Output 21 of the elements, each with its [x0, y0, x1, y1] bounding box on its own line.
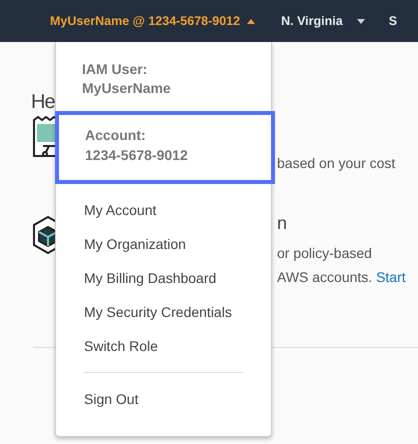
menu-item[interactable]: Switch Role — [55, 329, 272, 363]
feature-title: n — [277, 212, 288, 235]
account-label: Account: — [85, 126, 147, 145]
user-label: IAM User: — [82, 60, 148, 79]
feature-description: or policy-based — [277, 244, 373, 263]
start-link[interactable]: Start — [376, 269, 406, 285]
caret-icon — [356, 18, 365, 24]
menu-item[interactable]: My Security Credentials — [55, 295, 272, 329]
account-menu-button[interactable]: MyUserName @ 1234-5678-9012 — [50, 8, 256, 34]
sign-out-item[interactable]: Sign Out — [55, 382, 272, 416]
caret-icon — [247, 18, 256, 24]
menu-item[interactable]: My Account — [55, 193, 272, 227]
feature-description: based on your cost — [277, 154, 396, 173]
user-name: MyUserName — [82, 79, 172, 98]
account-number: 1234-5678-9012 — [85, 146, 189, 165]
menu-item[interactable]: My Billing Dashboard — [55, 261, 272, 295]
page-heading: He — [31, 90, 55, 115]
region-menu-button[interactable]: N. Virginia — [281, 8, 365, 34]
feature-description: AWS accounts. — [277, 269, 372, 285]
menu-item[interactable]: My Organization — [55, 227, 272, 261]
nav-item[interactable]: S — [388, 14, 398, 28]
